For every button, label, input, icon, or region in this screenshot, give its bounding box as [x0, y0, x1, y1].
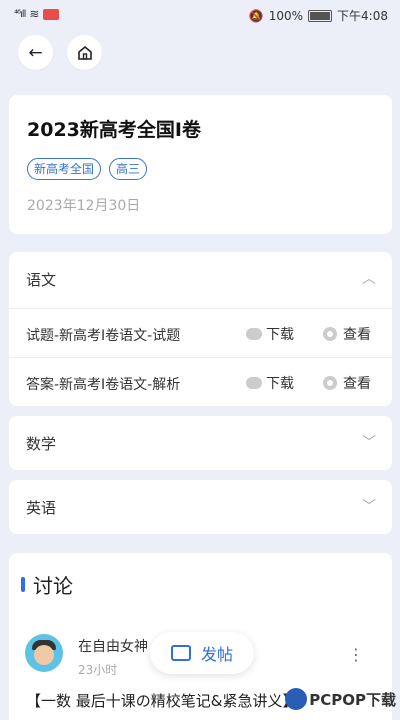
watermark: PCPOP下载: [285, 688, 396, 710]
battery-percent: 100%: [268, 8, 304, 23]
chat-bubble-icon: [170, 645, 191, 661]
publish-date: 2023年12月30日: [27, 198, 141, 214]
chevron-up-icon: ︿: [362, 271, 376, 287]
view-label: 查看: [343, 327, 371, 343]
mute-icon: 🔕: [248, 8, 264, 23]
new-post-button[interactable]: 发帖: [150, 632, 254, 674]
view-button[interactable]: 查看: [323, 373, 371, 393]
subject-section-english[interactable]: 英语 ﹀: [9, 480, 392, 534]
arrow-left-icon: ←: [28, 42, 43, 63]
post-content[interactable]: 【一数 最后十课の精校笔记&紧急讲义】: [26, 690, 297, 711]
back-button[interactable]: ←: [18, 35, 53, 70]
wifi-icon: ≋: [29, 7, 40, 21]
chevron-down-icon: ﹀: [362, 499, 376, 515]
cloud-download-icon: [246, 377, 262, 389]
avatar[interactable]: [25, 634, 63, 672]
subject-section-math[interactable]: 数学 ﹀: [9, 416, 392, 470]
avatar-face: [34, 645, 54, 665]
signal-icon: ⁴⁶ıll: [14, 8, 26, 20]
new-post-label: 发帖: [200, 645, 233, 664]
subject-section-chinese: 语文 ︿ 试题-新高考I卷语文-试题 下载 查看 答案-新高考I卷语文-解析 下…: [9, 252, 392, 406]
clock: 下午4:08: [337, 9, 388, 23]
download-button[interactable]: 下载: [246, 373, 294, 393]
home-button[interactable]: [67, 35, 102, 70]
watermark-logo: [285, 688, 308, 710]
tag-region[interactable]: 新高考全国: [27, 158, 102, 180]
page-title: 2023新高考全国I卷: [27, 119, 201, 141]
download-label: 下载: [266, 376, 294, 392]
view-button[interactable]: 查看: [323, 324, 371, 344]
subject-title: 数学: [26, 435, 57, 453]
file-row: 试题-新高考I卷语文-试题 下载 查看: [9, 308, 392, 358]
file-name: 答案-新高考I卷语文-解析: [26, 377, 181, 393]
download-button[interactable]: 下载: [246, 324, 294, 344]
tag-grade[interactable]: 高三: [109, 158, 148, 180]
status-bar: ⁴⁶ıll ≋ 🔕 100% 下午4:08: [0, 0, 400, 30]
chevron-down-icon: ﹀: [362, 435, 376, 451]
more-options-icon[interactable]: ⋮: [348, 645, 364, 664]
eye-icon: [323, 376, 337, 390]
paper-info-card: 2023新高考全国I卷 新高考全国 高三 2023年12月30日: [9, 95, 392, 234]
eye-icon: [323, 327, 337, 341]
app-notification-icon: [43, 8, 60, 20]
post-time: 23小时: [78, 663, 118, 677]
subject-header-chinese[interactable]: 语文 ︿: [9, 252, 392, 308]
battery-icon: [308, 9, 333, 22]
download-label: 下载: [266, 327, 294, 343]
discussion-title: 讨论: [33, 574, 73, 598]
file-row: 答案-新高考I卷语文-解析 下载 查看: [9, 357, 392, 407]
file-name: 试题-新高考I卷语文-试题: [26, 328, 181, 344]
view-label: 查看: [343, 376, 371, 392]
tag-list: 新高考全国 高三: [27, 158, 148, 180]
watermark-text: PCPOP下载: [309, 690, 396, 709]
top-nav: ←: [18, 35, 102, 70]
accent-bar: [21, 577, 25, 592]
subject-title: 语文: [26, 271, 57, 289]
discussion-header: 讨论: [21, 570, 73, 599]
subject-title: 英语: [26, 499, 57, 517]
cloud-download-icon: [246, 328, 262, 340]
post-username[interactable]: 在自由女神: [78, 636, 148, 656]
home-icon: [77, 45, 92, 60]
